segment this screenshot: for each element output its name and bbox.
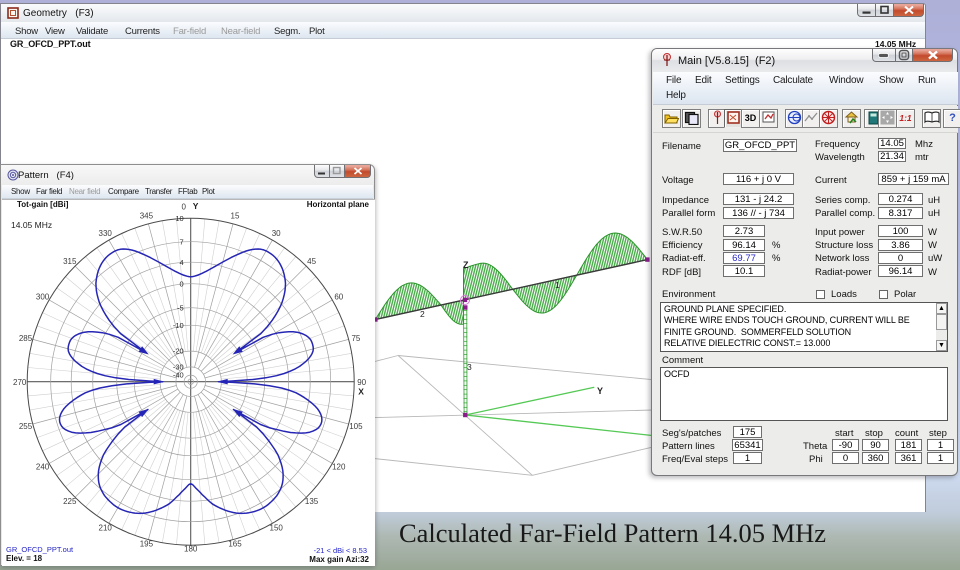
- svg-text:Y: Y: [193, 201, 199, 211]
- svg-text:-5: -5: [177, 303, 184, 312]
- svg-text:30: 30: [272, 229, 281, 238]
- svg-text:270: 270: [13, 378, 27, 387]
- svg-text:1: 1: [555, 280, 560, 290]
- svg-text:120: 120: [332, 463, 346, 472]
- svg-text:195: 195: [140, 540, 154, 549]
- svg-text:Z: Z: [463, 260, 469, 270]
- svg-text:75: 75: [351, 334, 360, 343]
- svg-text:45: 45: [307, 257, 316, 266]
- svg-text:345: 345: [140, 211, 154, 220]
- svg-text:300: 300: [36, 293, 50, 302]
- svg-text:0: 0: [181, 203, 186, 212]
- svg-text:-10: -10: [173, 321, 184, 330]
- svg-text:150: 150: [270, 524, 284, 533]
- svg-text:330: 330: [99, 229, 113, 238]
- svg-text:Y: Y: [597, 386, 603, 396]
- svg-text:15: 15: [231, 211, 240, 220]
- svg-text:7: 7: [180, 237, 184, 246]
- svg-text:2: 2: [420, 309, 425, 319]
- svg-text:4: 4: [180, 258, 184, 267]
- svg-text:0: 0: [180, 279, 184, 288]
- svg-text:180: 180: [184, 545, 198, 554]
- svg-text:165: 165: [228, 540, 242, 549]
- svg-text:90: 90: [357, 378, 366, 387]
- svg-text:225: 225: [63, 497, 77, 506]
- svg-text:3: 3: [467, 362, 472, 372]
- svg-text:10: 10: [175, 214, 183, 223]
- svg-text:-20: -20: [173, 347, 184, 356]
- svg-text:-40: -40: [173, 371, 184, 380]
- svg-text:240: 240: [36, 463, 50, 472]
- svg-text:285: 285: [19, 334, 33, 343]
- svg-text:210: 210: [99, 524, 113, 533]
- svg-text:315: 315: [63, 257, 77, 266]
- svg-text:105: 105: [349, 422, 363, 431]
- svg-text:135: 135: [305, 497, 319, 506]
- svg-text:X: X: [358, 387, 364, 397]
- svg-text:255: 255: [19, 422, 33, 431]
- svg-text:60: 60: [334, 293, 343, 302]
